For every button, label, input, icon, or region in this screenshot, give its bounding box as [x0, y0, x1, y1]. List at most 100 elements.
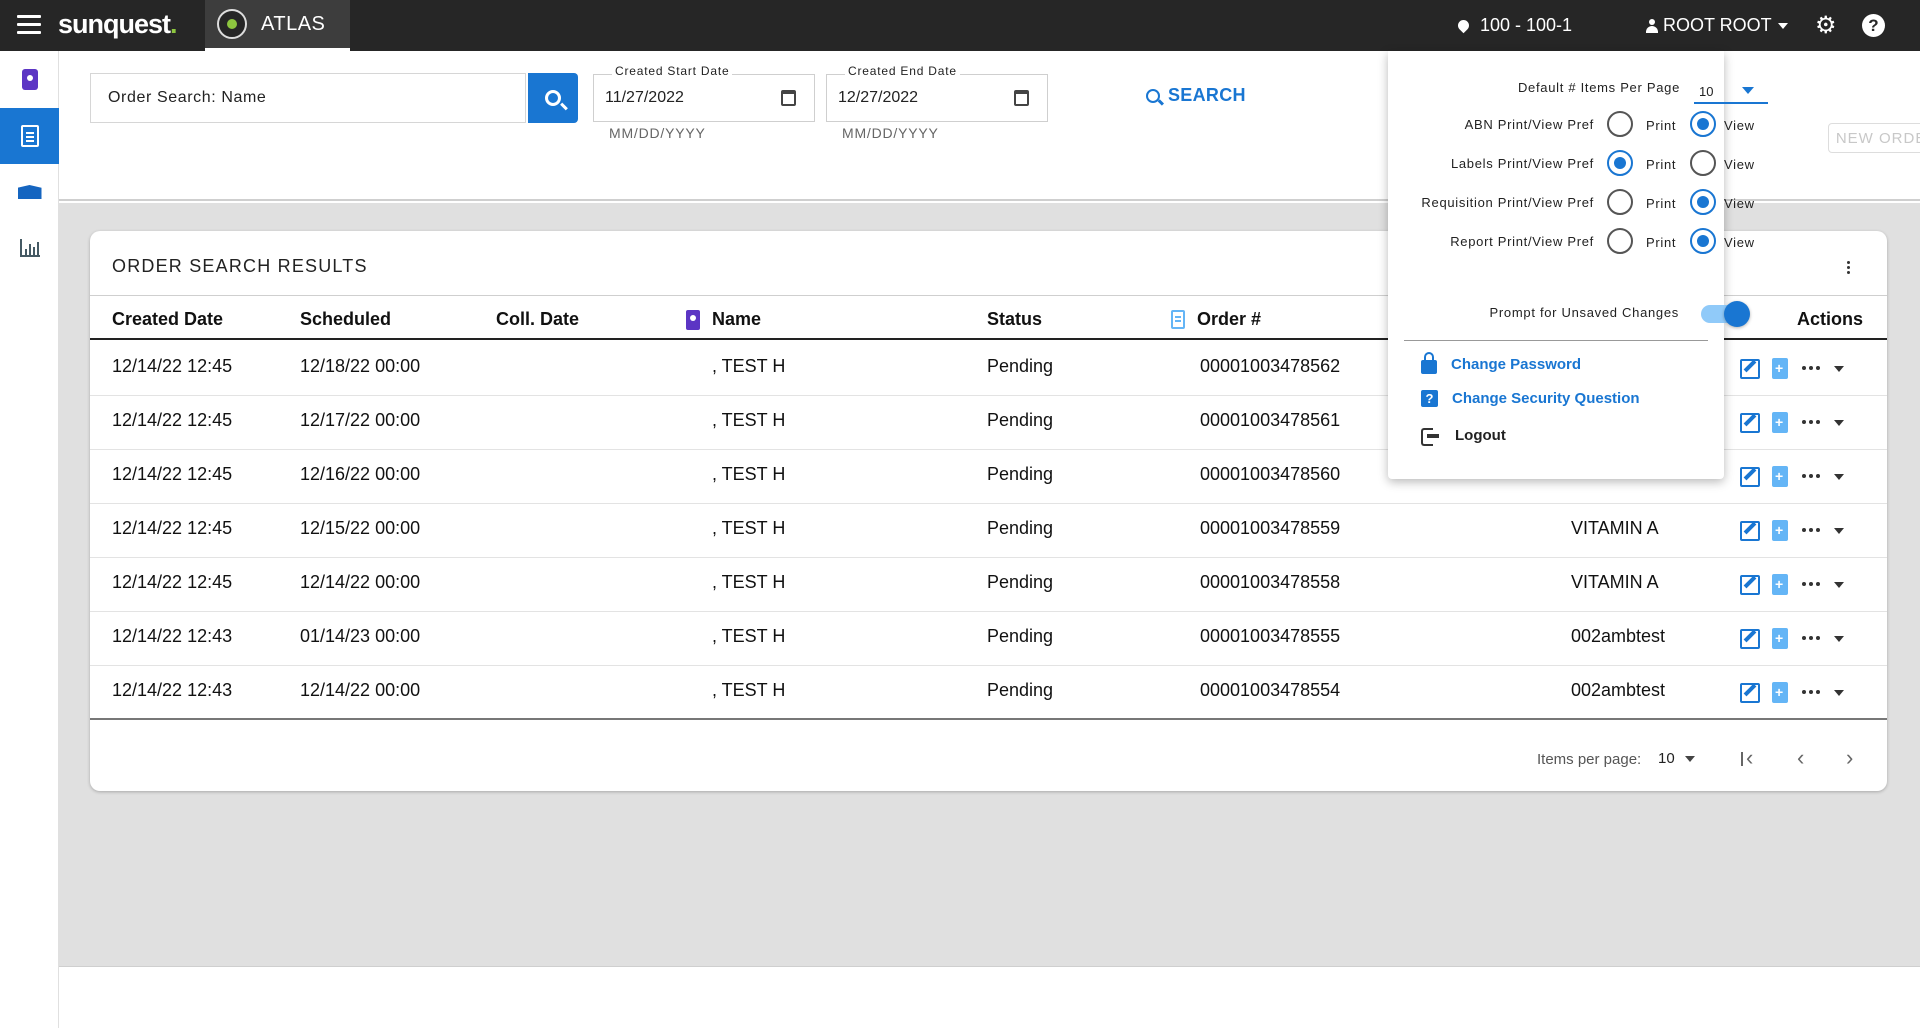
pref-view-radio[interactable] — [1690, 111, 1716, 137]
add-clipboard-icon[interactable] — [1772, 682, 1788, 703]
top-bar: sunquest. ATLAS 100 - 100-1 ROOT ROOT ⚙ … — [0, 0, 1920, 51]
rail-item-shipments[interactable] — [0, 164, 59, 220]
change-password-link[interactable]: Change Password — [1421, 352, 1581, 374]
order-search-input[interactable]: Order Search: Name — [90, 73, 526, 123]
chevron-down-icon[interactable] — [1834, 635, 1844, 642]
table-row[interactable]: 12/14/22 12:43 12/14/22 00:00 , TEST H Pend… — [90, 666, 1887, 720]
chevron-down-icon[interactable] — [1834, 473, 1844, 480]
pref-label: Labels Print/View Pref — [1450, 156, 1594, 171]
add-clipboard-icon[interactable] — [1772, 466, 1788, 487]
col-order-number[interactable]: Order # — [1171, 309, 1261, 330]
edit-icon[interactable] — [1740, 520, 1760, 541]
search-link-button[interactable]: SEARCH — [1146, 85, 1246, 106]
more-vert-icon[interactable] — [1847, 261, 1850, 275]
pref-view-radio[interactable] — [1690, 189, 1716, 215]
cell-test-name: 002ambtest — [1571, 680, 1666, 700]
more-horiz-icon[interactable] — [1802, 473, 1820, 480]
user-menu[interactable]: ROOT ROOT — [1646, 15, 1788, 36]
items-per-page-select[interactable]: 10 — [1658, 750, 1695, 767]
edit-icon[interactable] — [1740, 466, 1760, 487]
patient-badge-icon — [686, 309, 700, 330]
chevron-down-icon[interactable] — [1834, 365, 1844, 372]
start-date-hint: MM/DD/YYYY — [609, 125, 706, 141]
pref-print-radio[interactable] — [1607, 228, 1633, 254]
items-per-page-pref-select[interactable]: 10 — [1694, 75, 1768, 104]
location-selector[interactable]: 100 - 100-1 — [1455, 15, 1573, 36]
more-horiz-icon[interactable] — [1802, 689, 1820, 696]
col-created-date[interactable]: Created Date — [112, 309, 223, 330]
col-coll-date[interactable]: Coll. Date — [496, 309, 579, 330]
calendar-icon[interactable] — [1014, 90, 1029, 106]
add-clipboard-icon[interactable] — [1772, 412, 1788, 433]
add-clipboard-icon[interactable] — [1772, 520, 1788, 541]
pref-view-radio[interactable] — [1690, 150, 1716, 176]
chevron-down-icon[interactable] — [1834, 419, 1844, 426]
edit-icon[interactable] — [1740, 358, 1760, 379]
row-actions — [1740, 466, 1844, 487]
cell-scheduled: 01/14/23 00:00 — [300, 626, 421, 646]
logout-link[interactable]: Logout — [1421, 427, 1506, 446]
edit-icon[interactable] — [1740, 628, 1760, 649]
pref-print-radio[interactable] — [1607, 189, 1633, 215]
lock-icon — [1421, 352, 1437, 374]
app-tab-atlas[interactable]: ATLAS — [205, 0, 350, 51]
more-horiz-icon[interactable] — [1802, 581, 1820, 588]
more-horiz-icon[interactable] — [1802, 365, 1820, 372]
end-date-field[interactable]: Created End Date 12/27/2022 — [826, 64, 1048, 122]
col-scheduled[interactable]: Scheduled — [300, 309, 391, 330]
pref-view-radio[interactable] — [1690, 228, 1716, 254]
chevron-down-icon[interactable] — [1834, 581, 1844, 588]
cell-status: Pending — [987, 464, 1054, 484]
table-row[interactable]: 12/14/22 12:45 12/14/22 00:00 , TEST H Pend… — [90, 558, 1887, 612]
menu-icon[interactable] — [17, 15, 41, 35]
more-horiz-icon[interactable] — [1802, 419, 1820, 426]
more-horiz-icon[interactable] — [1802, 635, 1820, 642]
next-page-icon[interactable]: › — [1846, 747, 1853, 769]
col-name[interactable]: Name — [686, 309, 761, 330]
rail-item-patient[interactable] — [0, 51, 59, 107]
first-page-icon[interactable]: ‹ — [1746, 747, 1753, 769]
edit-icon[interactable] — [1740, 412, 1760, 433]
calendar-icon[interactable] — [781, 90, 796, 106]
edit-icon[interactable] — [1740, 574, 1760, 595]
unsaved-changes-toggle[interactable] — [1701, 301, 1750, 327]
cell-test-name: VITAMIN A — [1571, 518, 1659, 538]
items-per-page-label: Items per page: — [1537, 751, 1642, 768]
add-clipboard-icon[interactable] — [1772, 574, 1788, 595]
atlas-logo-icon — [217, 9, 247, 39]
cell-status: Pending — [987, 410, 1054, 430]
change-security-question-link[interactable]: ? Change Security Question — [1421, 390, 1640, 407]
rail-item-orders[interactable] — [0, 108, 59, 164]
help-icon[interactable]: ? — [1862, 14, 1885, 37]
chevron-down-icon[interactable] — [1834, 689, 1844, 696]
new-order-button[interactable]: NEW ORDER — [1828, 123, 1920, 153]
user-name: ROOT ROOT — [1663, 15, 1772, 35]
table-row[interactable]: 12/14/22 12:45 12/15/22 00:00 , TEST H Pend… — [90, 504, 1887, 558]
chevron-down-icon[interactable] — [1834, 527, 1844, 534]
cell-status: Pending — [987, 518, 1054, 538]
gear-icon[interactable]: ⚙ — [1815, 14, 1837, 38]
more-horiz-icon[interactable] — [1802, 527, 1820, 534]
start-date-field[interactable]: Created Start Date 11/27/2022 — [593, 64, 815, 122]
pref-print-radio[interactable] — [1607, 111, 1633, 137]
pref-view-label: View — [1724, 118, 1755, 133]
table-row[interactable]: 12/14/22 12:43 01/14/23 00:00 , TEST H Pend… — [90, 612, 1887, 666]
col-status[interactable]: Status — [987, 309, 1042, 330]
cell-name: , TEST H — [712, 572, 786, 592]
end-date-value: 12/27/2022 — [838, 89, 919, 106]
cell-test-name: VITAMIN A — [1571, 572, 1659, 592]
cell-name: , TEST H — [712, 518, 786, 538]
settings-dropdown-panel: Default # Items Per Page 10 ABN Print/Vi… — [1388, 51, 1768, 479]
pref-print-radio[interactable] — [1607, 150, 1633, 176]
add-clipboard-icon[interactable] — [1772, 358, 1788, 379]
pref-label: Report Print/View Pref — [1450, 234, 1594, 249]
previous-page-icon[interactable]: ‹ — [1797, 747, 1804, 769]
start-date-value: 11/27/2022 — [605, 89, 684, 106]
edit-icon[interactable] — [1740, 682, 1760, 703]
cell-test-name: 002ambtest — [1571, 626, 1666, 646]
search-button[interactable] — [528, 73, 578, 123]
add-clipboard-icon[interactable] — [1772, 628, 1788, 649]
rail-item-reports[interactable] — [0, 220, 59, 276]
cell-created-date: 12/14/22 12:45 — [112, 410, 233, 430]
location-label: 100 - 100-1 — [1480, 15, 1573, 35]
